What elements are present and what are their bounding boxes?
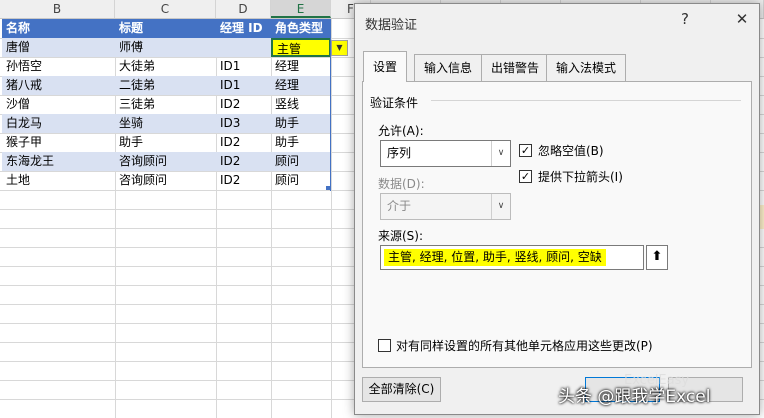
validation-criteria-heading: 验证条件 [370,96,419,110]
chevron-down-icon: ∨ [491,194,510,219]
in-cell-dropdown-checkbox[interactable]: ✓ [519,170,532,183]
data-select-value: 介于 [387,199,412,213]
header-cell-manager-id[interactable]: 经理 ID [216,19,271,38]
in-cell-dropdown-label[interactable]: 提供下拉箭头(I) [538,168,623,185]
table-header-row: 名称 标题 经理 ID 角色类型 [2,19,331,38]
help-button[interactable]: ? [675,10,695,28]
tab-ime-mode[interactable]: 输入法模式 [546,54,627,81]
source-label: 来源(S): [378,229,424,243]
table-resize-handle[interactable] [326,186,330,190]
allow-label: 允许(A): [378,124,424,138]
column-header-c[interactable]: C [115,0,216,18]
data-select: 介于 ∨ [380,193,511,220]
apply-all-checkbox[interactable] [378,339,391,352]
tab-error-alert[interactable]: 出错警告 [481,54,550,81]
settings-panel: 验证条件 允许(A): 序列 ∨ 数据(D): 介于 ∨ ✓ 忽略空值(B) ✓… [362,81,752,368]
table-border [2,38,331,191]
column-header-d[interactable]: D [216,0,271,18]
header-cell-role-type[interactable]: 角色类型 [271,19,331,38]
grid-line [331,19,332,418]
tab-settings[interactable]: 设置 [363,51,408,82]
close-button[interactable]: ✕ [732,10,752,28]
column-header-b[interactable]: B [0,0,115,18]
cell-dropdown-button[interactable]: ▼ [331,40,348,56]
apply-all-label[interactable]: 对有同样设置的所有其他单元格应用这些更改(P) [396,337,653,354]
ignore-blank-checkbox[interactable]: ✓ [519,144,532,157]
dialog-title: 数据验证 [365,18,418,33]
data-label: 数据(D): [378,177,425,191]
source-input-value: 主管, 经理, 位置, 助手, 竖线, 顾问, 空缺 [384,249,606,266]
ignore-blank-label[interactable]: 忽略空值(B) [538,142,604,159]
range-select-icon[interactable]: ⬆ [646,245,668,270]
section-divider [431,100,741,101]
allow-select-value: 序列 [387,146,412,160]
source-input[interactable]: 主管, 经理, 位置, 助手, 竖线, 顾问, 空缺 [380,245,644,270]
clear-all-button[interactable]: 全部清除(C) [362,377,441,402]
header-cell-title[interactable]: 标题 [115,19,216,38]
allow-select[interactable]: 序列 ∨ [380,140,511,167]
chevron-down-icon[interactable]: ∨ [491,141,510,166]
data-validation-dialog: 数据验证 ? ✕ 设置 输入信息 出错警告 输入法模式 验证条件 允许(A): … [354,3,760,415]
tab-input-message[interactable]: 输入信息 [414,54,483,81]
header-cell-name[interactable]: 名称 [2,19,115,38]
watermark-text: 头条 @跟我学Excel [558,387,711,407]
column-header-e[interactable]: E [271,0,331,18]
